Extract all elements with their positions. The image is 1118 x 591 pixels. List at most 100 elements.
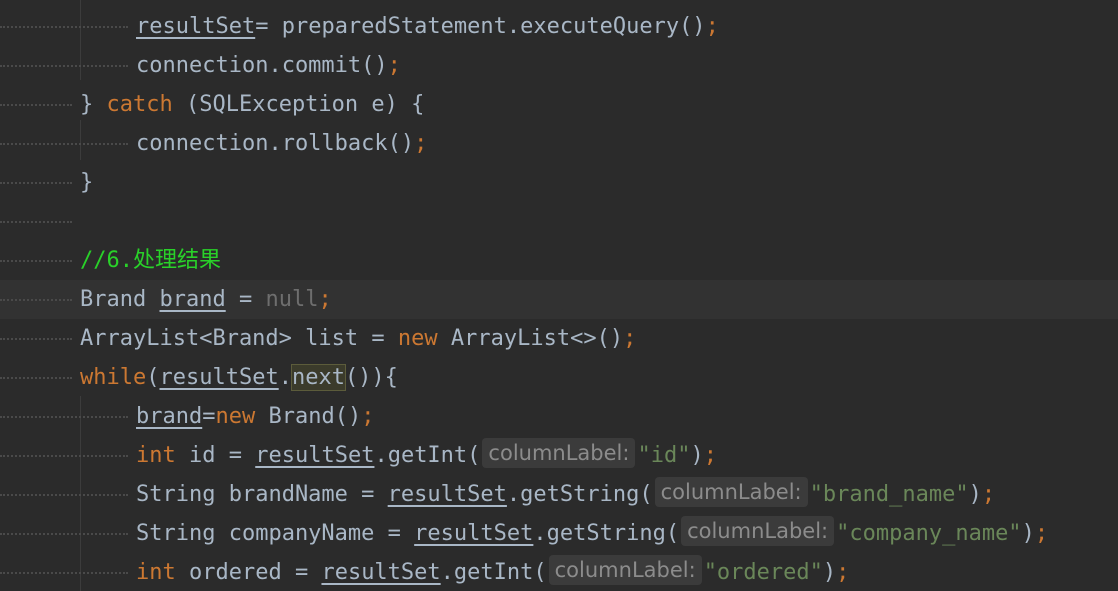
code-token: null <box>265 287 319 312</box>
code-token: ; <box>836 560 850 585</box>
code-token: ) <box>822 560 837 585</box>
code-token: .getInt( <box>440 560 547 585</box>
code-token: = preparedStatement.executeQuery() <box>255 14 706 39</box>
code-token: resultSet <box>136 14 256 39</box>
parameter-hint: columnLabel: <box>654 477 808 507</box>
whitespace-dots <box>0 572 128 574</box>
code-token: resultSet <box>387 482 507 507</box>
whitespace-dots <box>0 26 128 28</box>
whitespace-dots <box>0 533 128 535</box>
code-token: String brandName = <box>136 482 388 507</box>
code-token: ; <box>414 131 428 156</box>
code-token: connection.commit() <box>136 53 388 78</box>
code-token: //6.处理结果 <box>80 248 221 273</box>
code-token: resultSet <box>321 560 441 585</box>
code-text: String companyName = resultSet.getString… <box>136 514 1048 553</box>
code-token: resultSet <box>414 521 534 546</box>
code-token: ) <box>968 482 982 507</box>
code-token: ()){ <box>344 365 398 390</box>
code-token: ; <box>361 404 375 429</box>
code-token: ) <box>690 443 704 468</box>
code-token: .getString( <box>506 482 653 507</box>
code-token: "ordered" <box>703 560 823 585</box>
parameter-hint: columnLabel: <box>681 516 835 546</box>
code-token: "id" <box>637 443 691 468</box>
parameter-hint: columnLabel: <box>548 555 702 585</box>
code-editor[interactable]: resultSet= preparedStatement.executeQuer… <box>0 0 1118 591</box>
whitespace-dots <box>0 104 72 106</box>
code-token: ; <box>705 14 719 39</box>
code-token: next <box>290 364 346 391</box>
code-line[interactable]: String companyName = resultSet.getString… <box>0 514 1118 553</box>
code-token: ) <box>1021 521 1035 546</box>
code-token: } <box>80 170 94 195</box>
code-line[interactable]: resultSet= preparedStatement.executeQuer… <box>0 7 1118 46</box>
code-line[interactable]: connection.rollback(); <box>0 124 1118 163</box>
whitespace-dots <box>0 377 72 379</box>
code-line[interactable]: brand=new Brand(); <box>0 397 1118 436</box>
code-text: } catch (SQLException e) { <box>80 85 424 124</box>
code-text: while(resultSet.next()){ <box>80 358 398 397</box>
code-token: Brand <box>80 287 160 312</box>
code-line[interactable]: Brand brand = null; <box>0 280 1118 319</box>
code-token: ; <box>1034 521 1049 546</box>
code-line[interactable]: connection.commit(); <box>0 46 1118 85</box>
parameter-hint: columnLabel: <box>482 438 636 468</box>
code-token: ; <box>623 326 637 351</box>
code-text: } <box>80 163 93 202</box>
code-line[interactable]: String brandName = resultSet.getString(c… <box>0 475 1118 514</box>
code-token: new <box>397 326 438 351</box>
code-text: connection.rollback(); <box>136 124 427 163</box>
code-token: String companyName = <box>136 521 415 546</box>
code-token: . <box>278 365 292 390</box>
code-line[interactable] <box>0 202 1118 241</box>
code-line[interactable]: int id = resultSet.getInt(columnLabel: "i… <box>0 436 1118 475</box>
whitespace-dots <box>0 221 72 223</box>
whitespace-dots <box>0 455 128 457</box>
code-token: ; <box>981 482 996 507</box>
whitespace-dots <box>0 299 72 301</box>
whitespace-dots <box>0 143 128 145</box>
code-token: brand <box>136 404 203 429</box>
code-token: ( <box>146 365 160 390</box>
code-token: new <box>215 404 256 429</box>
code-text: //6.处理结果 <box>80 241 221 280</box>
code-text: int id = resultSet.getInt(columnLabel: "i… <box>136 436 717 475</box>
code-token: int <box>136 443 176 468</box>
code-token: "brand_name" <box>809 482 969 507</box>
code-token: = <box>225 287 266 312</box>
code-token: resultSet <box>159 365 279 390</box>
code-token: ordered = <box>175 560 322 585</box>
code-token: ; <box>387 53 401 78</box>
code-token: .getInt( <box>374 443 481 468</box>
code-token: Brand() <box>255 404 362 429</box>
whitespace-dots <box>0 260 72 262</box>
code-text: resultSet= preparedStatement.executeQuer… <box>136 7 719 46</box>
code-line[interactable]: int ordered = resultSet.getInt(columnLab… <box>0 553 1118 591</box>
code-text: Brand brand = null; <box>80 280 332 319</box>
code-line[interactable]: while(resultSet.next()){ <box>0 358 1118 397</box>
code-token: "company_name" <box>836 521 1022 546</box>
code-token: ArrayList<Brand> list = <box>80 326 398 351</box>
code-text: brand=new Brand(); <box>136 397 374 436</box>
whitespace-dots <box>0 494 128 496</box>
code-line[interactable]: //6.处理结果 <box>0 241 1118 280</box>
code-text: connection.commit(); <box>136 46 401 85</box>
code-token: connection.rollback() <box>136 131 415 156</box>
whitespace-dots <box>0 338 72 340</box>
code-token: ; <box>703 443 717 468</box>
code-token: brand <box>159 287 226 312</box>
code-line[interactable]: } catch (SQLException e) { <box>0 85 1118 124</box>
code-token: (SQLException e) { <box>172 92 425 117</box>
code-text: int ordered = resultSet.getInt(columnLab… <box>136 553 849 591</box>
code-token: resultSet <box>255 443 375 468</box>
code-token: .getString( <box>533 521 680 546</box>
code-line[interactable]: ArrayList<Brand> list = new ArrayList<>(… <box>0 319 1118 358</box>
whitespace-dots <box>0 65 128 67</box>
code-token: = <box>202 404 216 429</box>
code-token: ; <box>318 287 332 312</box>
code-token: while <box>80 365 147 390</box>
code-token: id = <box>175 443 256 468</box>
code-line[interactable]: } <box>0 163 1118 202</box>
code-text: ArrayList<Brand> list = new ArrayList<>(… <box>80 319 636 358</box>
